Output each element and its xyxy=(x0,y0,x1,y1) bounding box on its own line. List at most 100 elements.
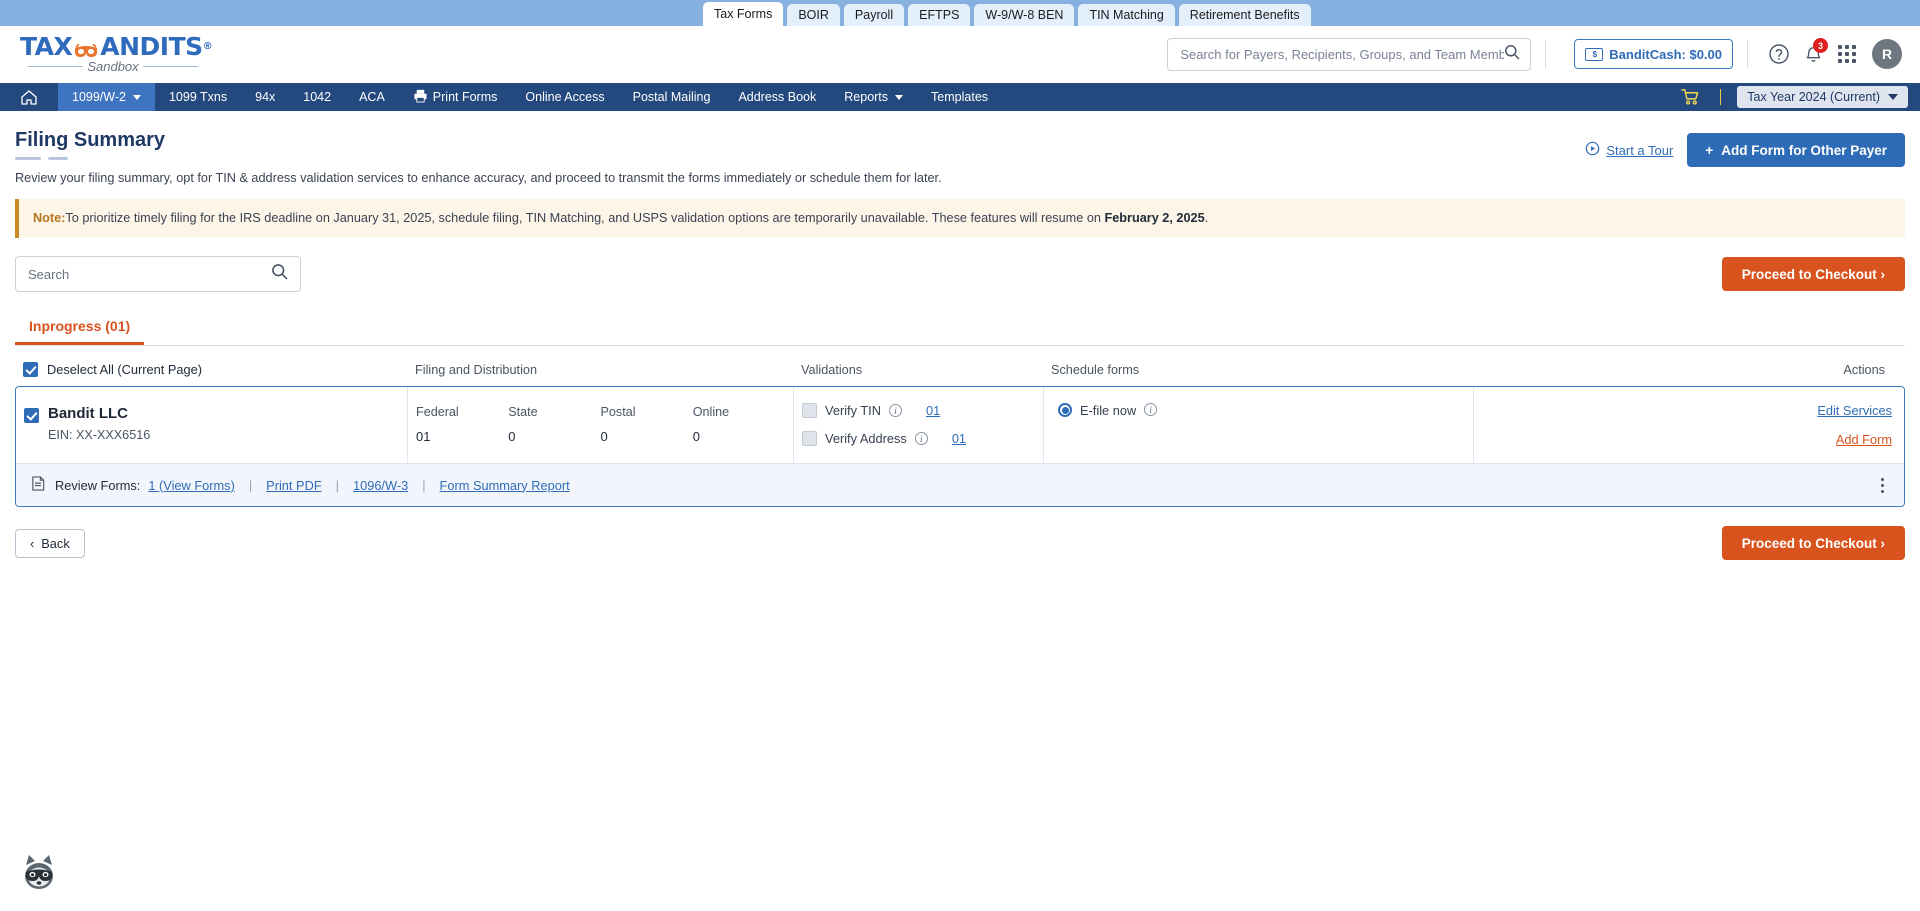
verify-address-row: Verify Address i 01 xyxy=(802,431,1035,447)
note-banner: Note:To prioritize timely filing for the… xyxy=(15,199,1905,239)
edit-services-link[interactable]: Edit Services xyxy=(1482,403,1892,418)
filing-value: 0 xyxy=(692,429,700,445)
nav-label: 94x xyxy=(255,90,276,104)
verify-tin-count[interactable]: 01 xyxy=(926,403,940,418)
filing-state: State 0 xyxy=(508,405,600,445)
notifications-bell-icon[interactable]: 3 xyxy=(1796,37,1830,71)
print-pdf-link[interactable]: Print PDF xyxy=(266,478,321,493)
column-header-schedule: Schedule forms xyxy=(1051,362,1140,377)
nav-item-1099-w2[interactable]: 1099/W-2 xyxy=(58,83,155,111)
back-button[interactable]: ‹ Back xyxy=(15,528,85,558)
rule xyxy=(142,66,199,67)
tab-label: W-9/W-8 BEN xyxy=(985,8,1064,22)
home-icon[interactable] xyxy=(0,83,58,111)
rule xyxy=(28,66,84,67)
mascot-bandit-icon[interactable] xyxy=(18,851,60,893)
add-form-link[interactable]: Add Form xyxy=(1482,432,1892,447)
nav-item-templates[interactable]: Templates xyxy=(917,83,1002,111)
column-header-validations: Validations xyxy=(801,362,863,377)
select-all-cell[interactable]: Deselect All (Current Page) xyxy=(23,362,415,378)
nav-item-postal-mailing[interactable]: Postal Mailing xyxy=(619,83,725,111)
info-icon[interactable]: i xyxy=(888,404,902,418)
bandit-cash-button[interactable]: $ BanditCash: $0.00 xyxy=(1574,39,1733,69)
deselect-all-checkbox[interactable] xyxy=(23,362,38,378)
nav-item-online-access[interactable]: Online Access xyxy=(511,83,618,111)
filing-label: Online xyxy=(692,405,730,420)
browser-tab-strip: Tax Forms BOIR Payroll EFTPS W-9/W-8 BEN… xyxy=(0,0,1920,26)
tab-label: EFTPS xyxy=(919,8,960,22)
proceed-to-checkout-button-bottom[interactable]: Proceed to Checkout › xyxy=(1721,526,1905,561)
list-search[interactable] xyxy=(15,256,301,293)
primary-nav: 1099/W-2 1099 Txns 94x 1042 ACA Print Fo… xyxy=(0,83,1920,111)
notification-badge: 3 xyxy=(1813,38,1828,53)
start-a-tour-button[interactable]: Start a Tour xyxy=(1585,141,1673,159)
grid-dots xyxy=(1838,45,1856,63)
verify-address-count[interactable]: 01 xyxy=(952,431,966,446)
nav-item-print-forms[interactable]: Print Forms xyxy=(399,83,512,111)
nav-item-aca[interactable]: ACA xyxy=(345,83,399,111)
nav-label: Print Forms xyxy=(432,90,498,104)
form-1096-w3-link[interactable]: 1096/W-3 xyxy=(353,478,408,493)
nav-item-address-book[interactable]: Address Book xyxy=(724,83,830,111)
tab-inprogress[interactable]: Inprogress (01) xyxy=(15,309,145,346)
search-input[interactable] xyxy=(1180,46,1505,62)
avatar[interactable]: R xyxy=(1872,39,1902,69)
tax-year-selector[interactable]: Tax Year 2024 (Current) xyxy=(1737,86,1908,108)
verify-address-checkbox[interactable] xyxy=(802,431,817,447)
bottom-action-bar: ‹ Back Proceed to Checkout › xyxy=(15,526,1905,561)
efile-now-radio[interactable] xyxy=(1058,403,1072,418)
tab-eftps[interactable]: EFTPS xyxy=(908,4,971,26)
search-icon[interactable] xyxy=(1504,44,1520,65)
tab-tin-matching[interactable]: TIN Matching xyxy=(1078,4,1175,26)
apps-grid-icon[interactable] xyxy=(1830,37,1864,71)
view-forms-link[interactable]: 1 (View Forms) xyxy=(148,478,235,493)
tab-count: (01) xyxy=(105,318,131,335)
nav-label: 1099/W-2 xyxy=(72,90,126,104)
verify-tin-row: Verify TIN i 01 xyxy=(802,403,1035,419)
page-content: Filing Summary Review your filing summar… xyxy=(0,111,1920,561)
tab-label: Payroll xyxy=(854,8,894,22)
filing-label: Federal xyxy=(416,405,459,420)
proceed-to-checkout-button-top[interactable]: Proceed to Checkout › xyxy=(1721,257,1905,292)
column-header-filing: Filing and Distribution xyxy=(415,362,537,377)
tab-w9-w8-ben[interactable]: W-9/W-8 BEN xyxy=(974,4,1075,26)
tab-tax-forms[interactable]: Tax Forms xyxy=(703,2,784,26)
nav-label: Online Access xyxy=(525,90,605,104)
logo[interactable]: TAX ANDITS ® Sandbox xyxy=(18,34,213,75)
tab-label: Tax Forms xyxy=(714,7,773,21)
tab-label: TIN Matching xyxy=(1089,8,1164,22)
more-options-icon[interactable] xyxy=(1875,477,1890,493)
filing-value: 0 xyxy=(508,429,516,445)
info-icon[interactable]: i xyxy=(914,432,928,446)
nav-label: Templates xyxy=(931,90,989,104)
efile-now-label: E-file now xyxy=(1080,403,1137,419)
verify-tin-checkbox[interactable] xyxy=(802,403,817,419)
payer-cell: Bandit LLC EIN: XX-XXX6516 xyxy=(16,387,408,464)
tab-retirement-benefits[interactable]: Retirement Benefits xyxy=(1178,4,1311,26)
search-icon[interactable] xyxy=(271,263,288,285)
avatar-initial: R xyxy=(1881,46,1893,62)
row-body: Bandit LLC EIN: XX-XXX6516 Federal 01 St… xyxy=(16,387,1904,464)
nav-item-1042[interactable]: 1042 xyxy=(289,83,345,111)
search-input[interactable] xyxy=(28,266,271,282)
deselect-all-label: Deselect All (Current Page) xyxy=(47,362,203,378)
cart-icon[interactable] xyxy=(1669,88,1712,106)
global-search[interactable] xyxy=(1167,37,1532,71)
toolbar: Proceed to Checkout › xyxy=(15,256,1905,293)
header-actions: Start a Tour + Add Form for Other Payer xyxy=(1585,129,1905,167)
help-icon[interactable] xyxy=(1762,37,1796,71)
nav-item-94x[interactable]: 94x xyxy=(241,83,289,111)
schedule-forms-cell: E-file now i xyxy=(1044,387,1474,464)
note-date: February 2, 2025 xyxy=(1104,211,1205,225)
nav-item-reports[interactable]: Reports xyxy=(830,83,917,111)
tab-boir[interactable]: BOIR xyxy=(787,4,840,26)
tax-year-label: Tax Year 2024 (Current) xyxy=(1747,90,1880,104)
nav-item-1099-txns[interactable]: 1099 Txns xyxy=(155,83,241,111)
tab-payroll[interactable]: Payroll xyxy=(843,4,905,26)
filing-postal: Postal 0 xyxy=(601,405,693,445)
verify-tin-label: Verify TIN xyxy=(825,403,881,419)
add-form-for-other-payer-button[interactable]: + Add Form for Other Payer xyxy=(1687,133,1905,167)
info-icon[interactable]: i xyxy=(1144,403,1158,417)
row-checkbox[interactable] xyxy=(24,408,39,424)
form-summary-report-link[interactable]: Form Summary Report xyxy=(440,478,570,493)
